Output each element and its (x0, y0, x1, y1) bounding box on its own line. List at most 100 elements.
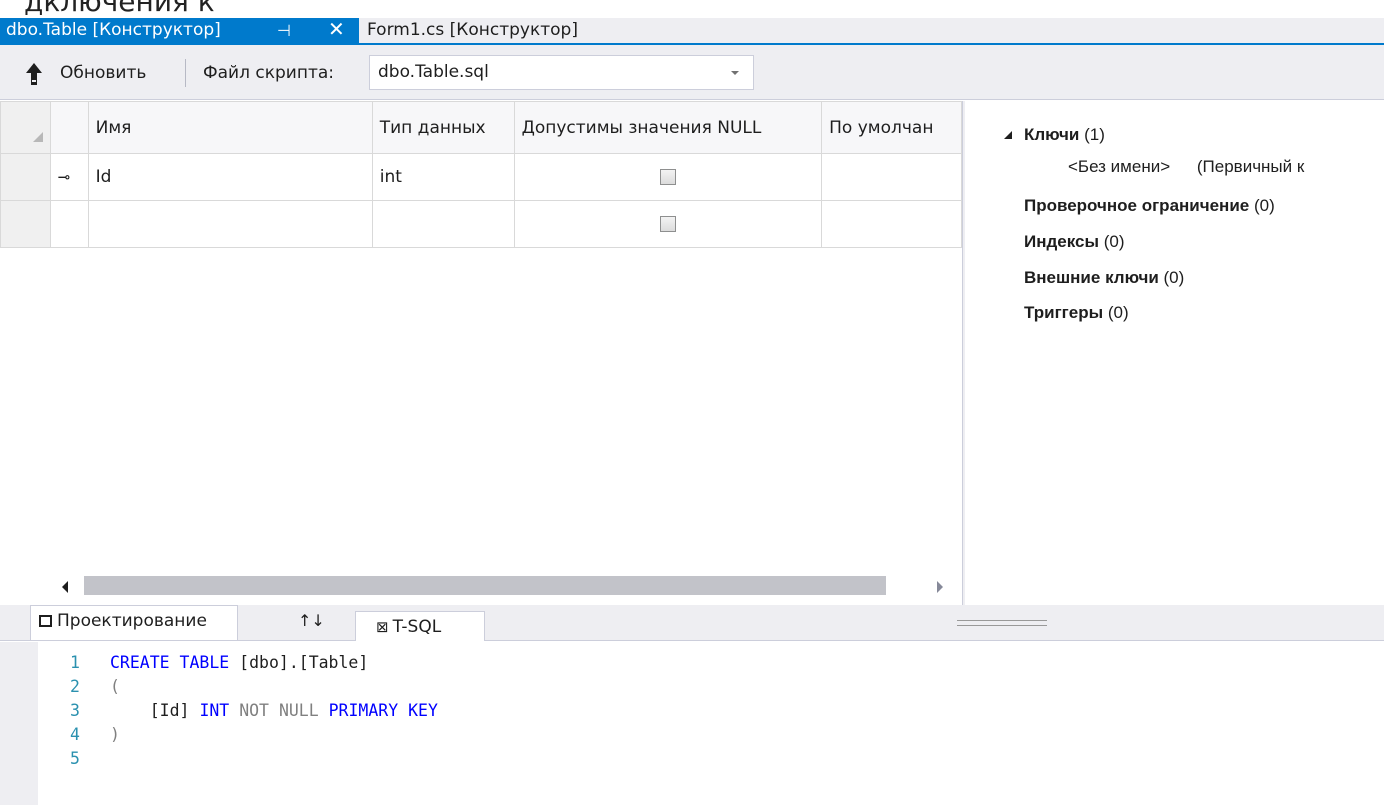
indexes-label: Индексы (1024, 232, 1099, 251)
tsql-editor[interactable]: 1 CREATE TABLE [dbo].[Table] 2 ( 3 [Id] IN… (0, 642, 1384, 805)
nullable-checkbox[interactable] (659, 169, 676, 185)
triggers-label: Триггеры (1024, 303, 1104, 322)
cell-name[interactable]: Id (87, 153, 373, 201)
table-properties-panel: Ключи (1) <Без имени> (Первичный к Прове… (966, 101, 1384, 605)
tab-design[interactable]: Проектирование (30, 605, 238, 640)
vertical-splitter[interactable] (962, 101, 965, 605)
line-number: 2 (70, 677, 80, 696)
foreign-count: (0) (1163, 268, 1185, 287)
row-key-cell: ⊸ (49, 153, 89, 201)
tab-form1-designer[interactable]: Form1.cs [Конструктор] (363, 18, 578, 43)
tab-tsql[interactable]: ⊠ T-SQL (355, 611, 485, 641)
check-constraints-node[interactable]: Проверочное ограничение (0) (1024, 196, 1275, 216)
code-line: 5 (70, 747, 438, 771)
key-name: <Без имени> (1068, 157, 1171, 176)
primary-key-icon: ⊸ (57, 168, 71, 186)
row-header[interactable] (0, 153, 51, 201)
row-marker-header (49, 101, 89, 154)
pane-tab-bar: Проектирование ↑↓ ⊠ T-SQL (0, 605, 1384, 641)
designer-toolbar: Обновить Файл скрипта: dbo.Table.sql (0, 45, 1384, 100)
punctuation: ) (110, 725, 120, 744)
scroll-thumb[interactable] (84, 576, 886, 595)
tab-design-label: Проектирование (57, 611, 207, 631)
columns-grid: Имя Тип данных Допустимы значения NULL П… (0, 101, 962, 248)
keyword: CREATE (110, 653, 170, 672)
column-header-default[interactable]: По умолчан (821, 101, 962, 154)
keys-count: (1) (1084, 125, 1105, 144)
row-key-cell (49, 200, 89, 248)
chevron-down-icon (731, 71, 739, 75)
check-label: Проверочное ограничение (1024, 196, 1250, 215)
triggers-count: (0) (1107, 303, 1129, 322)
keys-label: Ключи (1024, 125, 1080, 144)
line-number: 3 (70, 701, 80, 720)
code-line: 4) (70, 723, 438, 747)
refresh-label: Обновить (60, 63, 147, 83)
column-header-type[interactable]: Тип данных (371, 101, 515, 154)
cell-nullable[interactable] (513, 153, 823, 201)
cell-nullable[interactable] (513, 200, 823, 248)
indexes-count: (0) (1103, 232, 1125, 251)
key-kind: (Первичный к (1196, 157, 1305, 176)
triggers-node[interactable]: Триггеры (0) (1024, 303, 1129, 323)
keyword-gray: NULL (278, 701, 319, 720)
corner-triangle-icon (33, 132, 43, 142)
row-header[interactable] (0, 200, 51, 248)
close-icon[interactable]: ✕ (328, 17, 345, 42)
identifier: [Id] (149, 701, 190, 720)
pin-icon[interactable]: ⊣ (277, 18, 291, 43)
tab-tsql-label: T-SQL (392, 617, 442, 637)
refresh-button[interactable]: Обновить (22, 60, 146, 86)
swap-panes-icon[interactable]: ↑↓ (298, 611, 325, 630)
keys-node[interactable]: Ключи (1) (1024, 125, 1105, 145)
line-number: 5 (70, 749, 80, 768)
cell-name[interactable] (87, 200, 373, 248)
cell-type[interactable]: int (371, 153, 515, 201)
cell-default[interactable] (821, 153, 962, 201)
column-header-nullable[interactable]: Допустимы значения NULL (513, 101, 823, 154)
script-file-label: Файл скрипта: (203, 63, 334, 83)
script-file-value: dbo.Table.sql (378, 62, 489, 82)
window-caption-fragment: дключения к (24, 0, 215, 18)
line-number: 4 (70, 725, 80, 744)
code-line: 3 [Id] INT NOT NULL PRIMARY KEY (70, 699, 438, 723)
tab-label: dbo.Table [Конструктор] (6, 20, 221, 40)
toolbar-separator (185, 59, 186, 87)
keyword: KEY (408, 701, 438, 720)
keyword: TABLE (179, 653, 230, 672)
grid-header-row: Имя Тип данных Допустимы значения NULL П… (0, 101, 962, 154)
scroll-right-icon[interactable] (937, 581, 943, 593)
code-line: 1 CREATE TABLE [dbo].[Table] (70, 651, 438, 675)
check-count: (0) (1253, 196, 1275, 215)
document-tab-bar: dbo.Table [Конструктор] ⊣ ✕ Form1.cs [Ко… (0, 17, 1384, 45)
select-all-corner[interactable] (0, 101, 51, 154)
keyword-gray: NOT (239, 701, 269, 720)
top-strip: дключения к (0, 0, 1384, 18)
foreign-label: Внешние ключи (1024, 268, 1159, 287)
cell-default[interactable] (821, 200, 962, 248)
keyword: INT (199, 701, 230, 720)
editor-margin (0, 642, 38, 805)
horizontal-scrollbar[interactable] (0, 572, 962, 600)
column-header-name[interactable]: Имя (87, 101, 373, 154)
cell-type[interactable] (371, 200, 515, 248)
punctuation: ( (110, 677, 120, 696)
indexes-node[interactable]: Индексы (0) (1024, 232, 1125, 252)
tab-dbo-table-designer[interactable]: dbo.Table [Конструктор] ⊣ ✕ (0, 17, 359, 43)
design-icon (39, 615, 52, 627)
code-area[interactable]: 1 CREATE TABLE [dbo].[Table] 2 ( 3 [Id] IN… (70, 651, 438, 771)
tab-label: Form1.cs [Конструктор] (367, 20, 578, 40)
identifier: [dbo].[Table] (239, 653, 369, 672)
scroll-left-icon[interactable] (62, 581, 68, 593)
foreign-keys-node[interactable]: Внешние ключи (0) (1024, 268, 1184, 288)
tsql-icon: ⊠ (376, 618, 389, 636)
expand-triangle-icon[interactable] (1004, 131, 1012, 139)
keyword: PRIMARY (328, 701, 399, 720)
nullable-checkbox[interactable] (659, 216, 676, 232)
table-row (0, 200, 962, 248)
columns-grid-panel: Имя Тип данных Допустимы значения NULL П… (0, 101, 962, 605)
primary-key-item[interactable]: <Без имени> (Первичный к (1068, 157, 1304, 177)
horizontal-splitter-grip[interactable] (957, 620, 1047, 626)
script-file-dropdown[interactable]: dbo.Table.sql (369, 55, 754, 90)
